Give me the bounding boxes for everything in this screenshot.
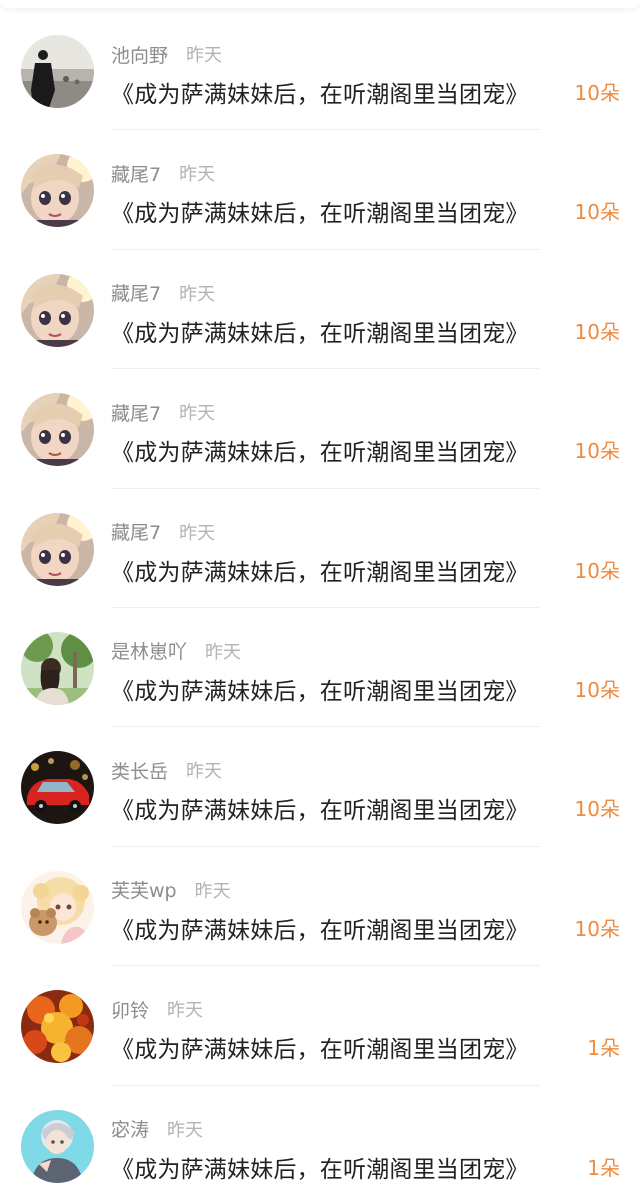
row-meta: 池向野 昨天 [111,41,222,67]
red-car-avatar [21,751,94,825]
row-meta: 藏尾7 昨天 [111,280,215,306]
book-title: 《成为萨满妹妹后，在听潮阁里当团宠》 [111,678,529,705]
username[interactable]: 藏尾7 [111,279,161,306]
avatar[interactable] [21,751,94,825]
username[interactable]: 池向野 [111,41,168,68]
row-meta: 卯铃 昨天 [111,996,203,1022]
list-item[interactable]: 类长岳 昨天 《成为萨满妹妹后，在听潮阁里当团宠》 10朵 [0,727,640,847]
gift-record-list: 池向野 昨天 《成为萨满妹妹后，在听潮阁里当团宠》 10朵 藏尾7 昨天 《成为… [0,11,640,1195]
avatar[interactable] [21,631,94,705]
row-meta: 类长岳 昨天 [111,757,222,783]
top-card-edge [0,0,640,8]
flower-count: 1朵 [587,1155,620,1180]
list-item[interactable]: 卯铃 昨天 《成为萨满妹妹后，在听潮阁里当团宠》 1朵 [0,966,640,1086]
avatar[interactable] [21,393,94,467]
gift-list-page: 池向野 昨天 《成为萨满妹妹后，在听潮阁里当团宠》 10朵 藏尾7 昨天 《成为… [0,0,640,1195]
row-meta: 宓涛 昨天 [111,1116,203,1142]
username[interactable]: 宓涛 [111,1115,149,1142]
flower-count: 10朵 [574,319,620,344]
cartoon-girl-bear-avatar [21,870,94,944]
book-title: 《成为萨满妹妹后，在听潮阁里当团宠》 [111,1156,529,1183]
list-item[interactable]: 池向野 昨天 《成为萨满妹妹后，在听潮阁里当团宠》 10朵 [0,11,640,131]
book-title: 《成为萨满妹妹后，在听潮阁里当团宠》 [111,201,529,228]
list-item[interactable]: 藏尾7 昨天 《成为萨满妹妹后，在听潮阁里当团宠》 10朵 [0,369,640,489]
flower-count: 10朵 [574,81,620,105]
man-by-sea-avatar [21,35,94,108]
username[interactable]: 是林崽吖 [111,637,187,664]
anime-girl-avatar [21,393,94,467]
list-item[interactable]: 宓涛 昨天 《成为萨满妹妹后，在听潮阁里当团宠》 1朵 [0,1086,640,1195]
avatar[interactable] [21,154,94,228]
username[interactable]: 类长岳 [111,757,168,784]
list-item[interactable]: 是林崽吖 昨天 《成为萨满妹妹后，在听潮阁里当团宠》 10朵 [0,608,640,728]
timestamp: 昨天 [194,880,231,902]
avatar[interactable] [21,512,94,586]
username[interactable]: 卯铃 [111,996,149,1023]
flower-count: 10朵 [574,439,620,464]
girl-in-park-avatar [21,631,94,705]
avatar[interactable] [21,990,94,1064]
list-item[interactable]: 藏尾7 昨天 《成为萨满妹妹后，在听潮阁里当团宠》 10朵 [0,130,640,250]
avatar[interactable] [21,273,94,347]
timestamp: 昨天 [179,283,216,305]
anime-boy-avatar [21,1109,94,1183]
timestamp: 昨天 [167,1000,204,1022]
book-title: 《成为萨满妹妹后，在听潮阁里当团宠》 [111,320,529,347]
list-item[interactable]: 芙芙wp 昨天 《成为萨满妹妹后，在听潮阁里当团宠》 10朵 [0,847,640,967]
flower-count: 10朵 [574,677,620,702]
row-meta: 藏尾7 昨天 [111,519,215,545]
autumn-leaves-avatar [21,990,94,1064]
timestamp: 昨天 [179,522,216,544]
timestamp: 昨天 [179,164,216,186]
flower-count: 10朵 [574,558,620,583]
book-title: 《成为萨满妹妹后，在听潮阁里当团宠》 [111,559,529,586]
row-meta: 藏尾7 昨天 [111,160,215,186]
avatar[interactable] [21,1109,94,1183]
username[interactable]: 藏尾7 [111,399,161,426]
book-title: 《成为萨满妹妹后，在听潮阁里当团宠》 [111,82,529,108]
book-title: 《成为萨满妹妹后，在听潮阁里当团宠》 [111,440,529,467]
row-meta: 藏尾7 昨天 [111,399,215,425]
timestamp: 昨天 [179,403,216,425]
anime-girl-avatar [21,273,94,347]
anime-girl-avatar [21,512,94,586]
username[interactable]: 藏尾7 [111,160,161,187]
book-title: 《成为萨满妹妹后，在听潮阁里当团宠》 [111,798,529,825]
list-item[interactable]: 藏尾7 昨天 《成为萨满妹妹后，在听潮阁里当团宠》 10朵 [0,250,640,370]
timestamp: 昨天 [186,45,223,66]
avatar[interactable] [21,35,94,108]
book-title: 《成为萨满妹妹后，在听潮阁里当团宠》 [111,1037,529,1064]
list-item[interactable]: 藏尾7 昨天 《成为萨满妹妹后，在听潮阁里当团宠》 10朵 [0,489,640,608]
anime-girl-avatar [21,154,94,228]
flower-count: 10朵 [574,916,620,941]
timestamp: 昨天 [205,641,242,663]
avatar[interactable] [21,870,94,944]
book-title: 《成为萨满妹妹后，在听潮阁里当团宠》 [111,917,529,944]
row-meta: 是林崽吖 昨天 [111,638,241,664]
username[interactable]: 芙芙wp [111,876,177,903]
timestamp: 昨天 [167,1119,204,1141]
username[interactable]: 藏尾7 [111,518,161,545]
flower-count: 10朵 [574,200,620,225]
row-meta: 芙芙wp 昨天 [111,877,231,903]
flower-count: 1朵 [587,1036,620,1061]
timestamp: 昨天 [186,761,223,783]
flower-count: 10朵 [574,797,620,822]
